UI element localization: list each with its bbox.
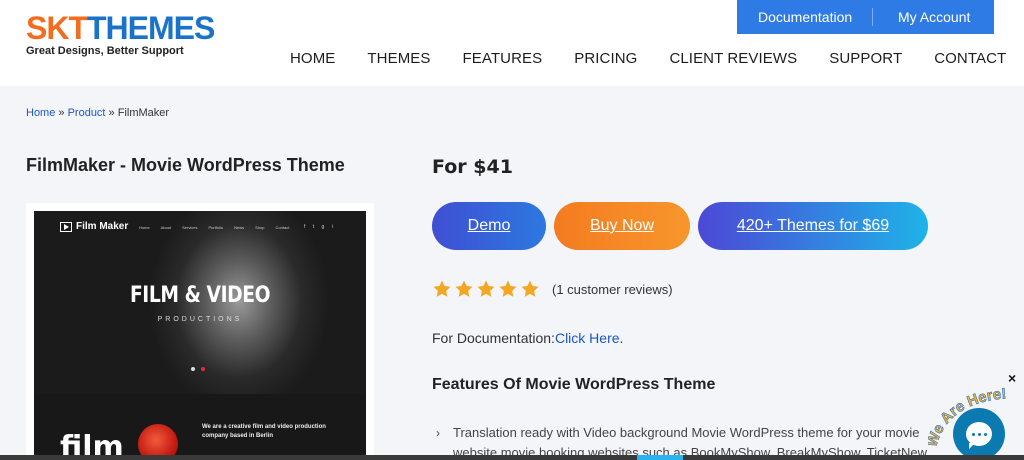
chevron-right-icon: › (436, 426, 440, 440)
nav-item-client-reviews[interactable]: CLIENT REVIEWS (669, 50, 797, 67)
my-account-link[interactable]: My Account (873, 9, 970, 25)
breadcrumb-current: FilmMaker (117, 107, 170, 119)
nav-item-contact[interactable]: CONTACT (934, 50, 1006, 67)
star-icon (521, 280, 539, 297)
documentation-link[interactable]: Documentation (737, 8, 873, 26)
star-icon (455, 280, 473, 297)
main-nav: HOME THEMES FEATURES PRICING CLIENT REVI… (290, 50, 1006, 67)
product-title: FilmMaker - Movie WordPress Theme (26, 155, 345, 175)
theme-preview-card: Film Maker Home About Services Portfolio… (26, 203, 374, 460)
site-header: SKTTHEMES Great Designs, Better Support … (0, 0, 1024, 86)
star-icon (499, 280, 517, 297)
logo-themes-text: THEMES (87, 10, 215, 46)
preview-about-text: We are a creative film and video product… (202, 424, 326, 439)
buy-now-button[interactable]: Buy Now (554, 202, 690, 250)
features-heading: Features Of Movie WordPress Theme (432, 376, 716, 393)
documentation-click-here-link[interactable]: Click Here (555, 330, 620, 346)
customer-reviews-link[interactable]: (1 customer reviews) (552, 282, 673, 297)
themes-bundle-button[interactable]: 420+ Themes for $69 (698, 202, 928, 250)
logo-skt-text: SKT (26, 10, 88, 46)
logo-tagline: Great Designs, Better Support (26, 45, 184, 57)
nav-item-support[interactable]: SUPPORT (829, 50, 902, 67)
breadcrumb-product[interactable]: Product (68, 107, 106, 119)
star-icon (433, 280, 451, 297)
nav-item-themes[interactable]: THEMES (367, 50, 430, 67)
nav-item-home[interactable]: HOME (290, 50, 335, 67)
breadcrumb-separator: » (55, 107, 68, 119)
documentation-line: For Documentation:Click Here. (432, 330, 624, 346)
demo-button[interactable]: Demo (432, 202, 546, 250)
slider-dots (191, 367, 211, 371)
top-account-bar: Documentation My Account (737, 0, 994, 34)
theme-preview-image[interactable]: Film Maker Home About Services Portfolio… (34, 211, 366, 460)
preview-hero-title: FILM & VIDEO (129, 283, 271, 308)
bottom-bar-accent (637, 455, 683, 460)
breadcrumb: Home » Product » FilmMaker (26, 107, 169, 119)
star-icon (477, 280, 495, 297)
documentation-label: For Documentation: (432, 330, 555, 346)
bottom-bar (0, 455, 1024, 460)
nav-item-features[interactable]: FEATURES (463, 50, 543, 67)
preview-social-icons: f t g i (304, 224, 336, 230)
site-logo[interactable]: SKTTHEMES Great Designs, Better Support (26, 10, 215, 57)
preview-about-section: film We are a creative film and video pr… (34, 394, 366, 460)
chat-bubble-icon (966, 422, 992, 449)
preview-nav-links: Home About Services Portfolio News Shop … (139, 225, 290, 230)
play-icon (60, 221, 72, 232)
preview-hero-subtitle: PRODUCTIONS (157, 316, 243, 323)
product-rating: (1 customer reviews) (432, 279, 673, 299)
product-price: For $41 (432, 156, 513, 178)
preview-hero: Film Maker Home About Services Portfolio… (34, 211, 366, 394)
nav-item-pricing[interactable]: PRICING (574, 50, 637, 67)
preview-logo: Film Maker (60, 221, 128, 232)
chat-button[interactable] (953, 408, 1005, 460)
breadcrumb-home[interactable]: Home (26, 107, 55, 119)
breadcrumb-separator: » (105, 107, 118, 119)
